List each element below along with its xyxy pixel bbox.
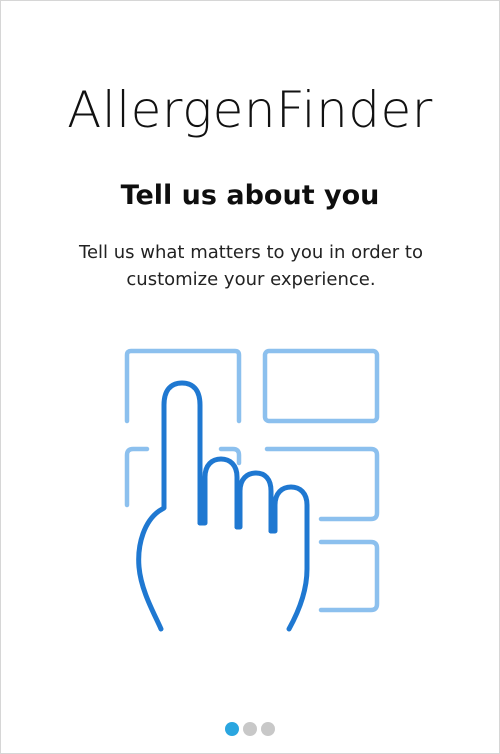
- page-indicator-dot-1[interactable]: [225, 722, 239, 736]
- app-title: AllergenFinder: [67, 81, 433, 139]
- onboarding-description: Tell us what matters to you in order to …: [79, 242, 423, 290]
- onboarding-screen: AllergenFinder Tell us about you Tell us…: [0, 0, 500, 754]
- page-indicator: [1, 722, 499, 736]
- page-indicator-dot-3[interactable]: [261, 722, 275, 736]
- onboarding-heading: Tell us about you: [120, 180, 380, 211]
- page-indicator-dot-2[interactable]: [243, 722, 257, 736]
- hand-tapping-touchscreen-icon: [124, 348, 380, 632]
